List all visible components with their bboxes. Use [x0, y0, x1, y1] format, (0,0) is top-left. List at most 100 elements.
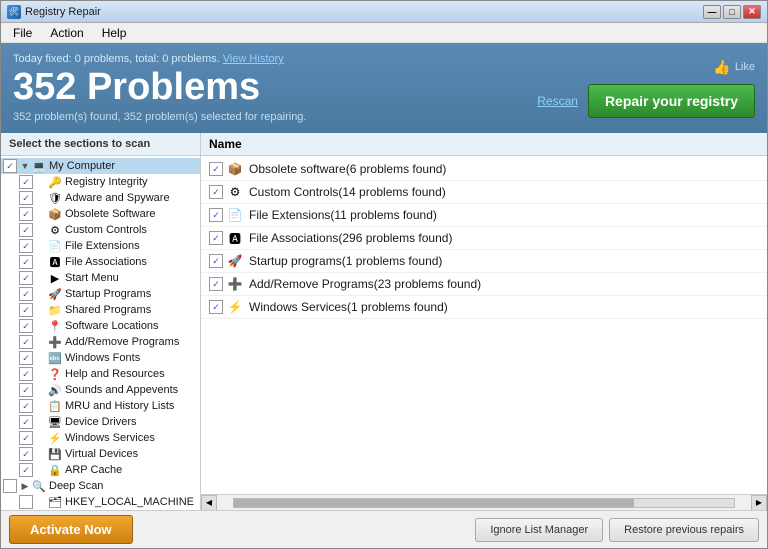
tree-expand-icon[interactable]: [35, 464, 47, 476]
tree-expand-icon[interactable]: ▶: [19, 480, 31, 492]
result-item[interactable]: ✓➕Add/Remove Programs(23 problems found): [201, 273, 767, 296]
result-item[interactable]: ✓🚀Startup programs(1 problems found): [201, 250, 767, 273]
result-item[interactable]: ✓⚙Custom Controls(14 problems found): [201, 181, 767, 204]
tree-item[interactable]: ✓🚀Startup Programs: [1, 286, 200, 302]
tree-expand-icon[interactable]: ▼: [19, 160, 31, 172]
tree-checkbox[interactable]: ✓: [19, 303, 33, 317]
tree-item[interactable]: ✓🛡Adware and Spyware: [1, 190, 200, 206]
horizontal-scrollbar[interactable]: ◀ ▶: [201, 494, 767, 510]
tree-item[interactable]: ✓🖥Device Drivers: [1, 414, 200, 430]
tree-expand-icon[interactable]: [35, 272, 47, 284]
tree-checkbox[interactable]: ✓: [19, 287, 33, 301]
tree-checkbox[interactable]: ✓: [19, 223, 33, 237]
tree-expand-icon[interactable]: [35, 352, 47, 364]
close-button[interactable]: ✕: [743, 5, 761, 19]
tree-item[interactable]: ✓🅰File Associations: [1, 254, 200, 270]
tree-item[interactable]: ✓🔑Registry Integrity: [1, 174, 200, 190]
tree-item[interactable]: ✓🔤Windows Fonts: [1, 350, 200, 366]
tree-item[interactable]: ✓❓Help and Resources: [1, 366, 200, 382]
tree-item[interactable]: ✓📦Obsolete Software: [1, 206, 200, 222]
tree-item[interactable]: ✓➕Add/Remove Programs: [1, 334, 200, 350]
result-item[interactable]: ✓📄File Extensions(11 problems found): [201, 204, 767, 227]
tree-item[interactable]: ✓💾Virtual Devices: [1, 446, 200, 462]
tree-checkbox[interactable]: ✓: [19, 175, 33, 189]
tree-expand-icon[interactable]: [35, 416, 47, 428]
tree-item[interactable]: ✓▼💻My Computer: [1, 158, 200, 174]
result-checkbox[interactable]: ✓: [209, 231, 223, 245]
result-item[interactable]: ✓🅰File Associations(296 problems found): [201, 227, 767, 250]
tree-item[interactable]: ✓⚡Windows Services: [1, 430, 200, 446]
tree-item[interactable]: ✓📁Shared Programs: [1, 302, 200, 318]
tree-expand-icon[interactable]: [35, 224, 47, 236]
result-checkbox[interactable]: ✓: [209, 208, 223, 222]
tree-checkbox[interactable]: ✓: [19, 383, 33, 397]
tree-expand-icon[interactable]: [35, 288, 47, 300]
tree-item[interactable]: ✓🔊Sounds and Appevents: [1, 382, 200, 398]
result-checkbox[interactable]: ✓: [209, 277, 223, 291]
tree-item[interactable]: ✓📋MRU and History Lists: [1, 398, 200, 414]
tree-item[interactable]: ✓⚙Custom Controls: [1, 222, 200, 238]
restore-repairs-button[interactable]: Restore previous repairs: [609, 518, 759, 542]
scroll-left-button[interactable]: ◀: [201, 495, 217, 511]
tree-checkbox[interactable]: ✓: [3, 159, 17, 173]
menu-action[interactable]: Action: [42, 24, 91, 42]
repair-button[interactable]: Repair your registry: [588, 84, 755, 118]
like-button[interactable]: 👍 Like: [713, 59, 755, 76]
minimize-button[interactable]: —: [703, 5, 721, 19]
ignore-list-button[interactable]: Ignore List Manager: [475, 518, 603, 542]
tree-item[interactable]: ✓▶Start Menu: [1, 270, 200, 286]
scroll-track[interactable]: [233, 498, 735, 508]
result-checkbox[interactable]: ✓: [209, 162, 223, 176]
tree-expand-icon[interactable]: [35, 256, 47, 268]
tree-expand-icon[interactable]: [35, 320, 47, 332]
activate-button[interactable]: Activate Now: [9, 515, 133, 544]
rescan-link[interactable]: Rescan: [537, 94, 578, 108]
tree-checkbox[interactable]: ✓: [19, 447, 33, 461]
tree-expand-icon[interactable]: [35, 208, 47, 220]
tree-item[interactable]: ✓📍Software Locations: [1, 318, 200, 334]
tree-expand-icon[interactable]: [35, 368, 47, 380]
tree-expand-icon[interactable]: [35, 192, 47, 204]
tree-checkbox[interactable]: ✓: [19, 351, 33, 365]
tree-checkbox[interactable]: ✓: [19, 415, 33, 429]
tree-expand-icon[interactable]: [35, 496, 47, 508]
result-item[interactable]: ✓📦Obsolete software(6 problems found): [201, 158, 767, 181]
results-list[interactable]: ✓📦Obsolete software(6 problems found)✓⚙C…: [201, 156, 767, 494]
tree-item[interactable]: ▶🔍Deep Scan: [1, 478, 200, 494]
tree-item[interactable]: ✓🔒ARP Cache: [1, 462, 200, 478]
tree-item[interactable]: ✓📄File Extensions: [1, 238, 200, 254]
tree-area[interactable]: ✓▼💻My Computer✓🔑Registry Integrity✓🛡Adwa…: [1, 156, 200, 510]
tree-expand-icon[interactable]: [35, 432, 47, 444]
tree-checkbox[interactable]: ✓: [19, 431, 33, 445]
view-history-link[interactable]: View History: [223, 53, 284, 65]
tree-checkbox[interactable]: ✓: [19, 399, 33, 413]
tree-checkbox[interactable]: ✓: [19, 255, 33, 269]
tree-expand-icon[interactable]: [35, 384, 47, 396]
result-checkbox[interactable]: ✓: [209, 254, 223, 268]
scroll-thumb[interactable]: [234, 499, 634, 507]
menu-help[interactable]: Help: [94, 24, 135, 42]
tree-expand-icon[interactable]: [35, 240, 47, 252]
tree-expand-icon[interactable]: [35, 176, 47, 188]
tree-checkbox[interactable]: ✓: [19, 239, 33, 253]
tree-checkbox[interactable]: ✓: [19, 319, 33, 333]
result-checkbox[interactable]: ✓: [209, 185, 223, 199]
menu-file[interactable]: File: [5, 24, 40, 42]
tree-expand-icon[interactable]: [35, 336, 47, 348]
tree-checkbox[interactable]: ✓: [19, 463, 33, 477]
tree-checkbox[interactable]: ✓: [19, 191, 33, 205]
tree-item[interactable]: 🗂HKEY_LOCAL_MACHINE: [1, 494, 200, 510]
tree-checkbox[interactable]: ✓: [19, 271, 33, 285]
result-checkbox[interactable]: ✓: [209, 300, 223, 314]
tree-checkbox[interactable]: ✓: [19, 367, 33, 381]
scroll-right-button[interactable]: ▶: [751, 495, 767, 511]
tree-expand-icon[interactable]: [35, 304, 47, 316]
tree-expand-icon[interactable]: [35, 400, 47, 412]
maximize-button[interactable]: □: [723, 5, 741, 19]
tree-checkbox[interactable]: ✓: [19, 335, 33, 349]
tree-checkbox[interactable]: [19, 495, 33, 509]
result-item[interactable]: ✓⚡Windows Services(1 problems found): [201, 296, 767, 319]
tree-checkbox[interactable]: ✓: [19, 207, 33, 221]
tree-checkbox[interactable]: [3, 479, 17, 493]
tree-expand-icon[interactable]: [35, 448, 47, 460]
